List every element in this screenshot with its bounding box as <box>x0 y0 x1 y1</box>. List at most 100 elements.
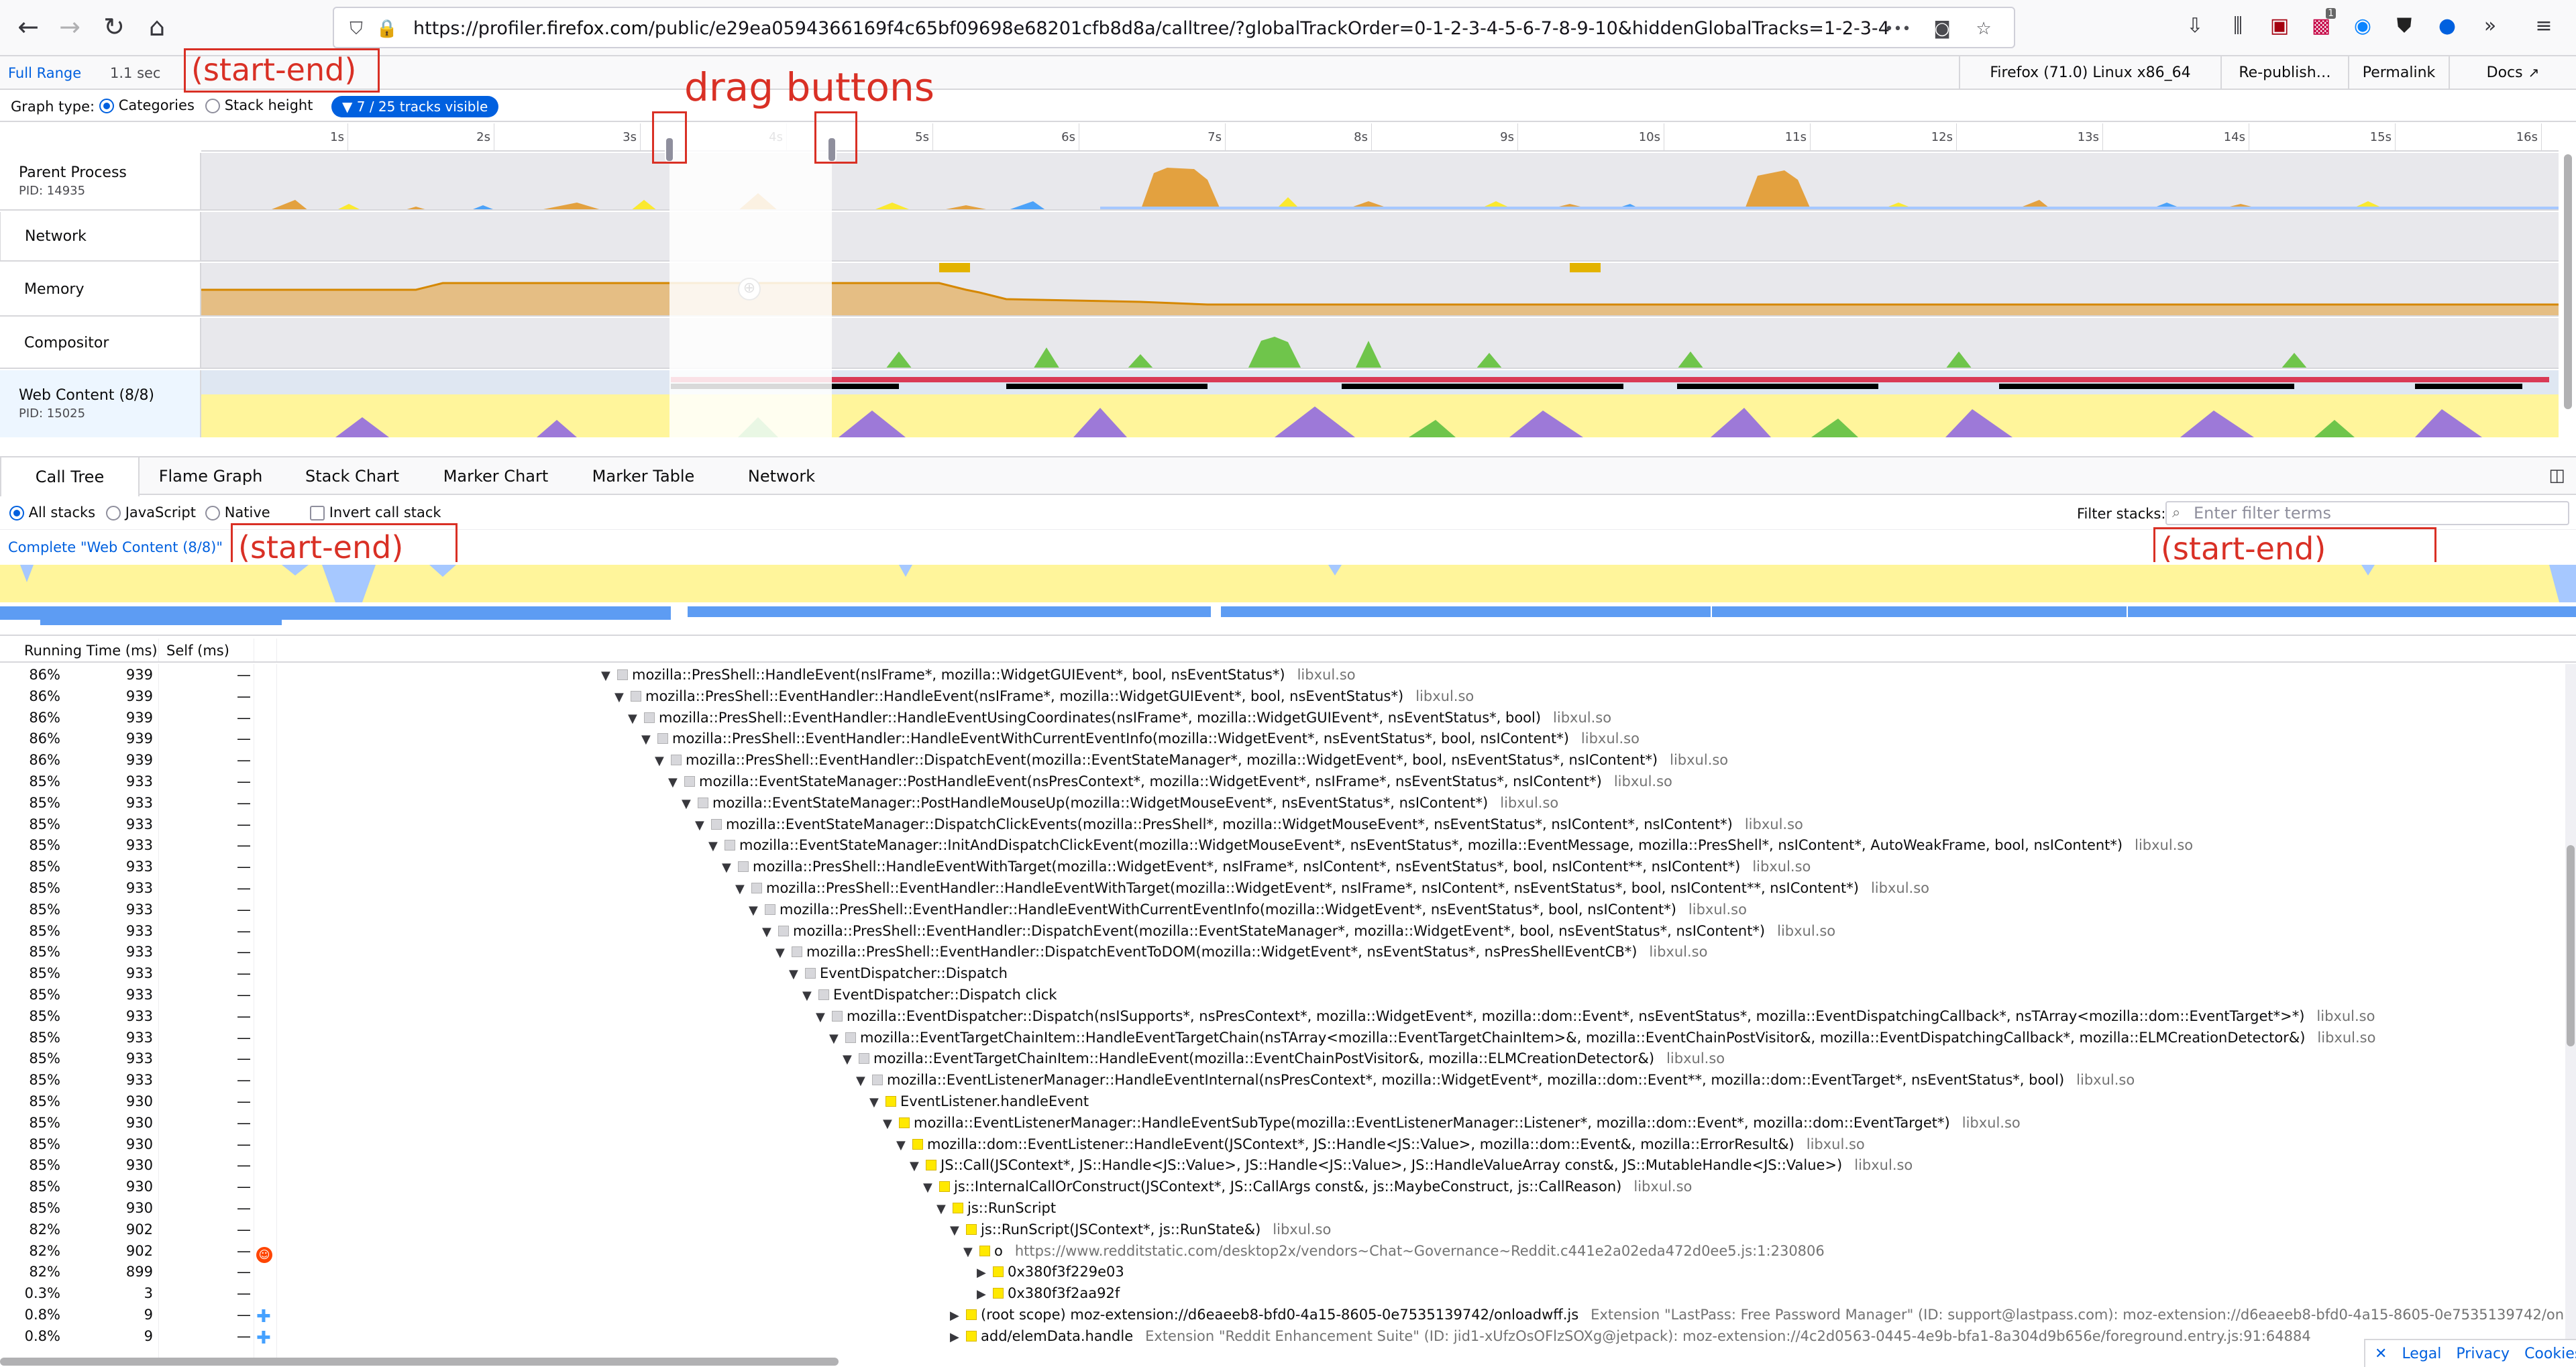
expand-twisty-icon[interactable]: ▶ <box>977 1262 990 1284</box>
extension-notification-icon[interactable]: ▩ 1 <box>2306 8 2336 40</box>
row-function[interactable]: ▼ mozilla::PresShell::EventHandler::Dispa… <box>775 941 1707 964</box>
row-function[interactable]: ▼ mozilla::PresShell::EventHandler::Handl… <box>735 877 1929 900</box>
row-function[interactable]: ▼ mozilla::PresShell::EventHandler::Dispa… <box>762 920 1835 943</box>
row-function[interactable]: ▼ o https://www.redditstatic.com/desktop2x… <box>963 1240 1825 1263</box>
track-label-web-content[interactable]: Web Content (8/8) PID: 15025 <box>0 370 201 437</box>
tab-call-tree[interactable]: Call Tree <box>0 457 140 496</box>
collapse-twisty-icon[interactable]: ▼ <box>816 1007 829 1028</box>
tab-marker-chart[interactable]: Marker Chart <box>423 457 569 495</box>
call-tree-row[interactable]: 85% 930 — ▼ JS::Call(JSContext*, JS::Handle<… <box>0 1154 2564 1176</box>
scrollbar-thumb[interactable] <box>2567 845 2575 1046</box>
collapse-twisty-icon[interactable]: ▼ <box>708 836 722 857</box>
pocket-icon[interactable]: ◙ <box>1929 16 1955 42</box>
tab-flame-graph[interactable]: Flame Graph <box>140 457 282 495</box>
tab-stack-chart[interactable]: Stack Chart <box>282 457 423 495</box>
call-tree-row[interactable]: 85% 933 — ▼ mozilla::PresShell::EventHandler… <box>0 920 2564 942</box>
collapse-twisty-icon[interactable]: ▼ <box>682 794 695 815</box>
categories-radio[interactable]: Categories <box>99 97 195 113</box>
tracks-visible-button[interactable]: ▼ 7 / 25 tracks visible <box>331 96 499 117</box>
tracking-shield-icon[interactable]: ⛉ <box>343 16 369 42</box>
call-tree-row[interactable]: 85% 933 — ▼ mozilla::EventStateManager::Post… <box>0 792 2564 814</box>
preview-selection[interactable] <box>669 123 832 439</box>
collapse-twisty-icon[interactable]: ▼ <box>802 985 816 1007</box>
collapse-twisty-icon[interactable]: ▼ <box>668 772 682 794</box>
collapse-twisty-icon[interactable]: ▼ <box>829 1028 843 1050</box>
sidebar-toggle-icon[interactable]: ◫ <box>2548 466 2565 486</box>
all-stacks-radio[interactable]: All stacks <box>9 504 95 521</box>
track-web-content[interactable]: Web Content (8/8) PID: 15025 <box>0 370 2559 437</box>
permalink-button[interactable]: Permalink <box>2348 56 2449 89</box>
clipboard-extension-icon[interactable]: ▣ <box>2265 11 2294 40</box>
footer-close-icon[interactable]: ✕ <box>2375 1346 2387 1362</box>
call-tree-row[interactable]: 86% 939 — ▼ mozilla::PresShell::EventHandler… <box>0 686 2564 707</box>
call-tree-row[interactable]: 86% 939 — ▼ mozilla::PresShell::EventHandler… <box>0 749 2564 771</box>
collapse-twisty-icon[interactable]: ▼ <box>910 1156 923 1177</box>
call-tree-row[interactable]: 0.8% 9 — ✚ ▶ (root scope) moz-extension://d6e… <box>0 1304 2564 1325</box>
collapse-twisty-icon[interactable]: ▼ <box>950 1220 963 1242</box>
collapse-twisty-icon[interactable]: ▼ <box>923 1177 936 1199</box>
filter-stacks-input[interactable]: ⌕ Enter filter terms <box>2165 501 2569 525</box>
call-tree-horizontal-scrollbar[interactable] <box>0 1358 839 1366</box>
collapse-twisty-icon[interactable]: ▼ <box>896 1135 910 1156</box>
web-content-activity-graph[interactable] <box>201 370 2559 437</box>
call-tree-row[interactable]: 86% 939 — ▼ mozilla::PresShell::EventHandler… <box>0 728 2564 749</box>
call-tree-row[interactable]: 85% 933 — ▼ mozilla::PresShell::EventHandler… <box>0 899 2564 920</box>
timeline-scrollbar[interactable] <box>2564 154 2572 409</box>
tab-marker-table[interactable]: Marker Table <box>569 457 718 495</box>
collapse-twisty-icon[interactable]: ▼ <box>843 1049 856 1071</box>
hamburger-menu-icon[interactable]: ≡ <box>2529 11 2559 40</box>
thread-breadcrumb[interactable]: Complete "Web Content (8/8)" <box>8 539 223 555</box>
bookmark-star-icon[interactable]: ☆ <box>1971 16 1996 42</box>
thread-activity-graph[interactable] <box>0 562 2576 636</box>
collapse-twisty-icon[interactable]: ▼ <box>614 687 628 708</box>
downloads-icon[interactable]: ⇩ <box>2180 11 2210 40</box>
collapse-twisty-icon[interactable]: ▼ <box>762 922 775 943</box>
row-function[interactable]: ▼ mozilla::EventListenerManager::HandleEv… <box>856 1069 2135 1092</box>
network-graph[interactable] <box>201 212 2559 260</box>
row-function[interactable]: ▼ mozilla::PresShell::EventHandler::Handl… <box>614 686 1474 708</box>
track-memory[interactable]: Memory ⊕ <box>0 263 2559 317</box>
call-tree-row[interactable]: 85% 933 — ▼ EventDispatcher::Dispatch <box>0 963 2564 984</box>
privacy-link[interactable]: Privacy <box>2456 1346 2510 1362</box>
url-text[interactable]: https://profiler.firefox.com/public/e29e… <box>413 18 1889 39</box>
call-tree-row[interactable]: 85% 933 — ▼ mozilla::EventStateManager::Disp… <box>0 814 2564 835</box>
call-tree-row[interactable]: 0.3% 3 — ▶ 0x380f3f2aa92f <box>0 1282 2564 1304</box>
row-function[interactable]: ▼ mozilla::EventStateManager::PostHandleM… <box>682 792 1558 815</box>
docs-button[interactable]: Docs ↗ <box>2449 56 2576 89</box>
row-function[interactable]: ▶ 0x380f3f229e03 <box>977 1261 1124 1284</box>
collapse-twisty-icon[interactable]: ▼ <box>963 1242 977 1263</box>
expand-twisty-icon[interactable]: ▶ <box>950 1305 963 1327</box>
call-tree-row[interactable]: 85% 933 — ▼ mozilla::PresShell::HandleEventW… <box>0 856 2564 877</box>
lock-icon[interactable]: 🔒 <box>374 16 400 42</box>
ublock-icon[interactable]: ⛊ <box>2390 11 2419 40</box>
call-tree-row[interactable]: 85% 933 — ▼ mozilla::EventDispatcher::Dispat… <box>0 1005 2564 1027</box>
parent-process-activity-graph[interactable] <box>201 153 2559 209</box>
track-parent-process[interactable]: Parent Process PID: 14935 <box>0 153 2559 211</box>
call-tree-row[interactable]: 86% 939 — ▼ mozilla::PresShell::HandleEvent(… <box>0 664 2564 686</box>
track-label-network[interactable]: Network <box>0 212 201 260</box>
call-tree-row[interactable]: 85% 930 — ▼ mozilla::EventListenerManager::H… <box>0 1112 2564 1134</box>
track-network[interactable]: Network <box>0 212 2559 262</box>
stack-height-radio[interactable]: Stack height <box>205 97 313 113</box>
javascript-radio[interactable]: JavaScript <box>106 504 196 521</box>
collapse-twisty-icon[interactable]: ▼ <box>856 1071 869 1092</box>
row-function[interactable]: ▼ js::RunScript <box>936 1197 1056 1220</box>
row-function[interactable]: ▼ mozilla::EventStateManager::DispatchCli… <box>695 814 1803 836</box>
row-function[interactable]: ▼ mozilla::PresShell::EventHandler::Handl… <box>641 728 1640 751</box>
row-function[interactable]: ▼ mozilla::dom::EventListener::HandleEven… <box>896 1134 1865 1156</box>
legal-link[interactable]: Legal <box>2402 1346 2441 1362</box>
call-tree-row[interactable]: 82% 902 — ▼ js::RunScript(JSContext*, js::Ru… <box>0 1219 2564 1240</box>
running-time-header[interactable]: Running Time (ms) <box>24 643 158 659</box>
call-tree-row[interactable]: 85% 933 — ▼ mozilla::PresShell::EventHandler… <box>0 877 2564 899</box>
row-function[interactable]: ▼ EventDispatcher::Dispatch click <box>802 984 1057 1007</box>
call-tree-row[interactable]: 85% 933 — ▼ mozilla::EventStateManager::Post… <box>0 771 2564 792</box>
call-tree-row[interactable]: 82% 902 — ☺ ▼ o https://www.redditstatic.com/d… <box>0 1240 2564 1263</box>
track-compositor[interactable]: Compositor <box>0 318 2559 369</box>
row-function[interactable]: ▶ add/elemData.handle Extension "Reddit En… <box>950 1325 2311 1348</box>
forward-icon[interactable]: → <box>51 8 89 46</box>
row-function[interactable]: ▼ js::InternalCallOrConstruct(JSContext*,… <box>923 1176 1692 1199</box>
row-function[interactable]: ▼ mozilla::PresShell::EventHandler::Handl… <box>628 707 1611 730</box>
collapse-twisty-icon[interactable]: ▼ <box>936 1199 950 1220</box>
collapse-twisty-icon[interactable]: ▼ <box>628 708 641 730</box>
call-tree-row[interactable]: 85% 933 — ▼ mozilla::EventListenerManager::H… <box>0 1069 2564 1091</box>
